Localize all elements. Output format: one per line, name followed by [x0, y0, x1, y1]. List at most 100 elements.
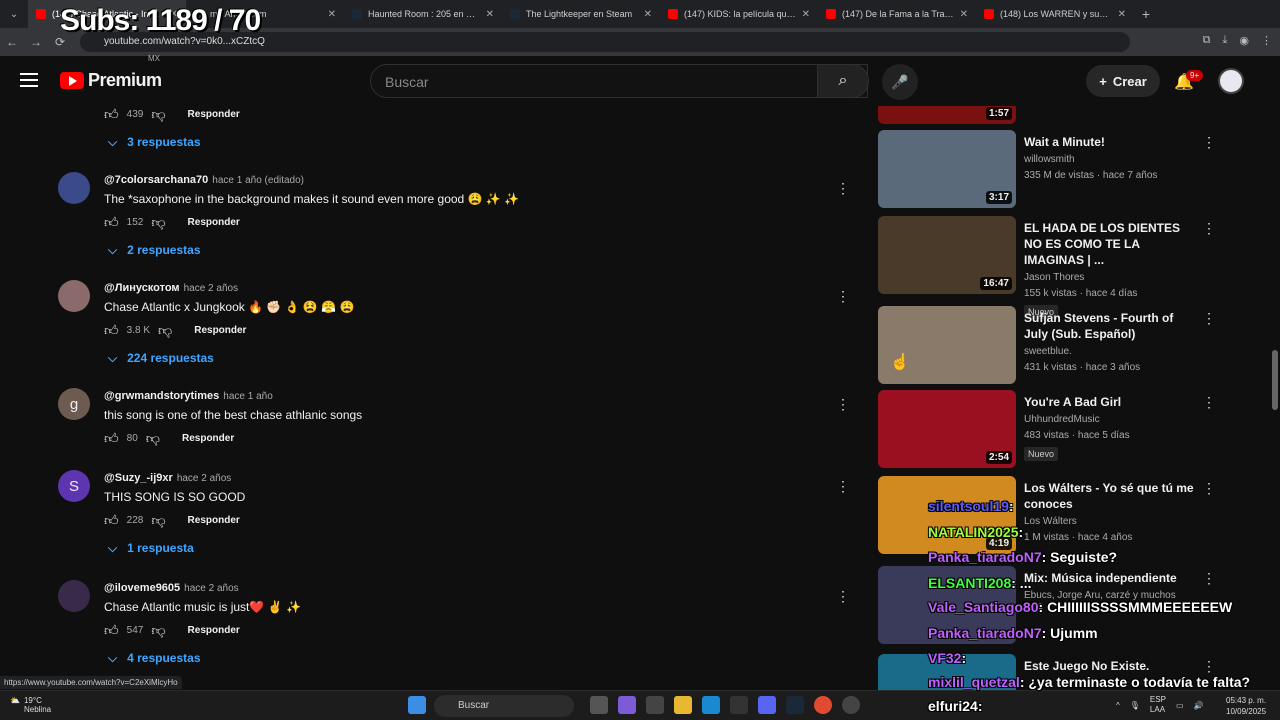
clock[interactable]: 05:43 p. m. 10/09/2025: [1226, 695, 1266, 717]
view-replies-button[interactable]: ⌵ 1 respuesta: [108, 541, 194, 556]
taskbar-search[interactable]: Buscar: [434, 695, 574, 717]
thumbs-up-icon[interactable]: 👍︎: [104, 430, 119, 447]
browser-tab[interactable]: (148) Los WARREN y sus MENT... ✕: [976, 0, 1134, 28]
new-tab-button[interactable]: +: [1134, 6, 1158, 22]
close-icon[interactable]: ✕: [802, 9, 810, 20]
hamburger-icon[interactable]: [20, 73, 38, 91]
reply-button[interactable]: Responder: [188, 515, 240, 526]
browser-tab[interactable]: Haunted Room : 205 en Steam ✕: [344, 0, 502, 28]
close-icon[interactable]: ✕: [328, 9, 336, 20]
start-icon[interactable]: [408, 696, 426, 714]
video-title[interactable]: EL HADA DE LOS DIENTES NO ES COMO TE LA …: [1024, 220, 1194, 268]
video-menu-icon[interactable]: ⋮: [1202, 480, 1216, 497]
browser-tab[interactable]: (147) De la Fama a la Tragedia ✕: [818, 0, 976, 28]
user-avatar[interactable]: [1218, 68, 1244, 94]
close-icon[interactable]: ✕: [1118, 9, 1126, 20]
comment-menu-icon[interactable]: ⋮: [836, 180, 850, 197]
avatar[interactable]: S: [58, 470, 90, 502]
video-title[interactable]: You're A Bad Girl: [1024, 394, 1194, 410]
obs-icon[interactable]: [842, 696, 860, 714]
video-thumbnail[interactable]: 16:47: [878, 216, 1016, 294]
extensions-icon[interactable]: ⧉: [1203, 34, 1211, 47]
thumbs-down-icon[interactable]: 👎︎: [146, 430, 160, 447]
video-menu-icon[interactable]: ⋮: [1202, 310, 1216, 327]
comment-time[interactable]: hace 2 años: [177, 473, 232, 484]
comment-menu-icon[interactable]: ⋮: [836, 588, 850, 605]
volume-icon[interactable]: 🔊: [1194, 701, 1204, 710]
tray-chevron-icon[interactable]: ^: [1116, 701, 1120, 710]
thumbs-up-icon[interactable]: 👍︎: [104, 106, 119, 123]
thumbs-down-icon[interactable]: 👎︎: [151, 106, 165, 123]
comment-author[interactable]: @iloveme9605: [104, 582, 180, 594]
widgets-icon[interactable]: [646, 696, 664, 714]
forward-icon[interactable]: →: [24, 35, 48, 49]
reply-button[interactable]: Responder: [182, 433, 234, 444]
view-replies-button[interactable]: ⌵ 2 respuestas: [108, 243, 201, 258]
app-icon[interactable]: [730, 696, 748, 714]
create-button[interactable]: + Crear: [1086, 65, 1160, 97]
thumbs-up-icon[interactable]: 👍︎: [104, 622, 119, 639]
video-title[interactable]: Wait a Minute!: [1024, 134, 1194, 150]
comment-menu-icon[interactable]: ⋮: [836, 478, 850, 495]
video-menu-icon[interactable]: ⋮: [1202, 658, 1216, 675]
video-menu-icon[interactable]: ⋮: [1202, 220, 1216, 237]
scrollbar-thumb[interactable]: [1272, 350, 1278, 410]
download-icon[interactable]: ⤓: [1223, 34, 1228, 47]
edge-icon[interactable]: [702, 696, 720, 714]
comment-menu-icon[interactable]: ⋮: [836, 288, 850, 305]
back-icon[interactable]: ←: [0, 35, 24, 49]
language-indicator[interactable]: ESP LAA: [1150, 695, 1166, 715]
reply-button[interactable]: Responder: [188, 217, 240, 228]
video-thumbnail[interactable]: 4:19: [878, 476, 1016, 554]
discord-icon[interactable]: [758, 696, 776, 714]
channel-name[interactable]: Los Wálters: [1024, 516, 1194, 527]
comment-menu-icon[interactable]: ⋮: [836, 396, 850, 413]
scrollbar[interactable]: [1272, 106, 1278, 666]
browser-tab[interactable]: (147) KIDS: la película que arrui... ✕: [660, 0, 818, 28]
taskview-icon[interactable]: [590, 696, 608, 714]
weather-widget[interactable]: ⛅ 19°C Neblina: [10, 696, 51, 714]
video-thumbnail[interactable]: 1:57: [878, 104, 1016, 124]
menu-icon[interactable]: ⋮: [1261, 34, 1272, 47]
video-thumbnail[interactable]: 2:54: [878, 390, 1016, 468]
comment-time[interactable]: hace 2 años: [184, 283, 239, 294]
comment-time[interactable]: hace 2 años: [184, 583, 239, 594]
reply-button[interactable]: Responder: [194, 325, 246, 336]
thumbs-down-icon[interactable]: 👎︎: [151, 214, 165, 231]
video-thumbnail[interactable]: [878, 306, 1016, 384]
thumbs-down-icon[interactable]: 👎︎: [151, 512, 165, 529]
profile-icon[interactable]: ◉: [1239, 34, 1249, 47]
channel-name[interactable]: willowsmith: [1024, 154, 1194, 165]
comment-author[interactable]: @Линускотом: [104, 282, 180, 294]
comment-time[interactable]: hace 1 año: [223, 391, 273, 402]
video-menu-icon[interactable]: ⋮: [1202, 134, 1216, 151]
view-replies-button[interactable]: ⌵ 3 respuestas: [108, 135, 201, 150]
comment-time[interactable]: hace 1 año (editado): [212, 175, 304, 186]
reply-button[interactable]: Responder: [188, 625, 240, 636]
mic-button[interactable]: 🎤: [882, 64, 918, 100]
video-title[interactable]: Sufjan Stevens - Fourth of July (Sub. Es…: [1024, 310, 1194, 342]
close-icon[interactable]: ✕: [486, 9, 494, 20]
explorer-icon[interactable]: [674, 696, 692, 714]
youtube-logo[interactable]: Premium: [60, 70, 162, 91]
copilot-icon[interactable]: [618, 696, 636, 714]
thumbs-down-icon[interactable]: 👎︎: [158, 322, 172, 339]
channel-name[interactable]: sweetblue.: [1024, 346, 1194, 357]
avatar[interactable]: [58, 172, 90, 204]
video-menu-icon[interactable]: ⋮: [1202, 394, 1216, 411]
tab-list-icon[interactable]: ⌄: [0, 9, 28, 20]
thumbs-down-icon[interactable]: 👎︎: [151, 622, 165, 639]
video-title[interactable]: Este Juego No Existe.: [1024, 658, 1194, 674]
view-replies-button[interactable]: ⌵ 4 respuestas: [108, 651, 201, 666]
comment-author[interactable]: @7colorsarchana70: [104, 174, 208, 186]
video-title[interactable]: Los Wálters - Yo sé que tú me conoces: [1024, 480, 1194, 512]
reply-button[interactable]: Responder: [188, 109, 240, 120]
video-menu-icon[interactable]: ⋮: [1202, 570, 1216, 587]
steam-icon[interactable]: [786, 696, 804, 714]
thumbs-up-icon[interactable]: 👍︎: [104, 512, 119, 529]
channel-name[interactable]: Jason Thores: [1024, 272, 1194, 283]
thumbs-up-icon[interactable]: 👍︎: [104, 322, 119, 339]
video-title[interactable]: Mix: Música independiente: [1024, 570, 1194, 586]
mic-tray-icon[interactable]: 🎙: [1130, 701, 1140, 710]
video-thumbnail[interactable]: 3:17: [878, 130, 1016, 208]
